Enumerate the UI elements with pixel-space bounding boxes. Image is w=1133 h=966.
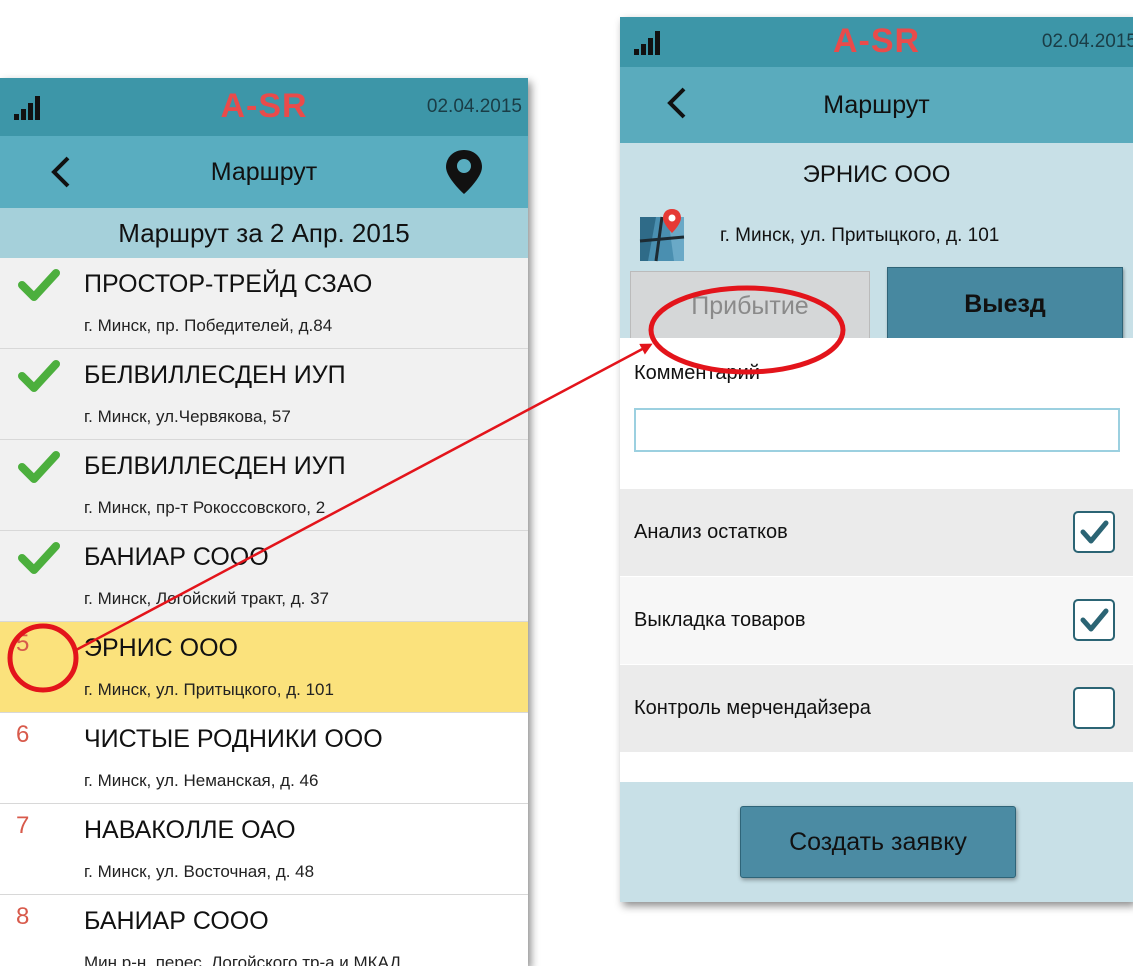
checklist-row: Анализ остатков bbox=[620, 488, 1133, 576]
checkbox[interactable] bbox=[1073, 687, 1115, 729]
route-number: 7 bbox=[16, 812, 30, 839]
check-icon bbox=[18, 360, 60, 392]
route-list: ПРОСТОР-ТРЕЙД СЗАО г. Минск, пр. Победите… bbox=[0, 258, 528, 966]
create-order-button[interactable]: Создать заявку bbox=[740, 806, 1016, 878]
checkmark-icon bbox=[1080, 520, 1109, 544]
client-panel: ЭРНИС ООО г. Минск, ул. Притыцкого, д. 1… bbox=[620, 143, 1133, 341]
map-pin-icon[interactable] bbox=[444, 148, 484, 196]
map-location-icon[interactable] bbox=[638, 207, 690, 263]
route-client-name: ПРОСТОР-ТРЕЙД СЗАО bbox=[84, 270, 373, 298]
route-item[interactable]: БЕЛВИЛЛЕСДЕН ИУП г. Минск, ул.Червякова, … bbox=[0, 349, 528, 440]
route-client-name: БАНИАР СООО bbox=[84, 543, 269, 571]
route-item[interactable]: БЕЛВИЛЛЕСДЕН ИУП г. Минск, пр-т Рокоссовс… bbox=[0, 440, 528, 531]
checkbox[interactable] bbox=[1073, 599, 1115, 641]
route-item[interactable]: ПРОСТОР-ТРЕЙД СЗАО г. Минск, пр. Победите… bbox=[0, 258, 528, 349]
task-checklist: Анализ остатков Выкладка товаров Контроль … bbox=[620, 488, 1133, 752]
departure-button[interactable]: Выезд bbox=[887, 267, 1123, 341]
status-bar: A-SR 02.04.2015 bbox=[620, 17, 1133, 67]
route-client-address: г. Минск, пр-т Рокоссовского, 2 bbox=[84, 498, 326, 517]
route-client-name: БЕЛВИЛЛЕСДЕН ИУП bbox=[84, 361, 346, 389]
checklist-row: Контроль мерчендайзера bbox=[620, 664, 1133, 752]
route-item[interactable]: 7 НАВАКОЛЛЕ ОАО г. Минск, ул. Восточная, д… bbox=[0, 804, 528, 895]
route-client-address: г. Минск, ул. Притыцкого, д. 101 bbox=[84, 680, 334, 699]
route-number: 5 bbox=[16, 630, 30, 657]
header: Маршрут bbox=[620, 67, 1133, 143]
check-icon bbox=[18, 269, 60, 301]
check-icon bbox=[18, 451, 60, 483]
footer: Создать заявку bbox=[620, 782, 1133, 902]
route-client-address: г. Минск, пр. Победителей, д.84 bbox=[84, 316, 333, 335]
route-number: 6 bbox=[16, 721, 30, 748]
route-date-bar: Маршрут за 2 Апр. 2015 bbox=[0, 208, 528, 258]
comment-input[interactable] bbox=[634, 408, 1120, 452]
route-client-name: ЧИСТЫЕ РОДНИКИ ООО bbox=[84, 725, 383, 753]
client-name: ЭРНИС ООО bbox=[802, 161, 951, 188]
checkmark-icon bbox=[1080, 608, 1109, 632]
route-number: 8 bbox=[16, 903, 30, 930]
comment-block: Комментарий bbox=[620, 338, 1133, 488]
route-list-screen: A-SR 02.04.2015 Маршрут Маршрут за 2 Апр… bbox=[0, 78, 528, 966]
route-client-name: БЕЛВИЛЛЕСДЕН ИУП bbox=[84, 452, 346, 480]
header: Маршрут bbox=[0, 136, 528, 208]
comment-label: Комментарий bbox=[634, 362, 760, 384]
route-client-address: г. Минск, Логойский тракт, д. 37 bbox=[84, 589, 329, 608]
client-address: г. Минск, ул. Притыцкого, д. 101 bbox=[720, 225, 1000, 246]
checkbox[interactable] bbox=[1073, 511, 1115, 553]
route-item[interactable]: 8 БАНИАР СООО Мин р-н, перес. Логойского т… bbox=[0, 895, 528, 966]
arrival-button[interactable]: Прибытие bbox=[630, 271, 870, 341]
route-client-address: г. Минск, ул. Восточная, д. 48 bbox=[84, 862, 315, 881]
page-title: Маршрут bbox=[823, 91, 930, 119]
route-client-address: Мин р-н, перес. Логойского тр-а и МКАД, bbox=[84, 953, 406, 966]
visit-buttons: Прибытие Выезд bbox=[630, 261, 1123, 341]
check-icon bbox=[18, 542, 60, 574]
route-item[interactable]: 5 ЭРНИС ООО г. Минск, ул. Притыцкого, д. 1… bbox=[0, 622, 528, 713]
checklist-row: Выкладка товаров bbox=[620, 576, 1133, 664]
route-client-name: ЭРНИС ООО bbox=[84, 634, 239, 662]
route-client-address: г. Минск, ул.Червякова, 57 bbox=[84, 407, 291, 426]
route-client-address: г. Минск, ул. Неманская, д. 46 bbox=[84, 771, 319, 790]
checklist-label: Контроль мерчендайзера bbox=[634, 697, 871, 719]
status-date: 02.04.2015 bbox=[1041, 31, 1133, 52]
route-client-name: БАНИАР СООО bbox=[84, 907, 269, 935]
route-item[interactable]: 6 ЧИСТЫЕ РОДНИКИ ООО г. Минск, ул. Неманск… bbox=[0, 713, 528, 804]
checklist-label: Выкладка товаров bbox=[634, 609, 806, 631]
checklist-label: Анализ остатков bbox=[634, 521, 788, 543]
route-item[interactable]: БАНИАР СООО г. Минск, Логойский тракт, д.… bbox=[0, 531, 528, 622]
status-bar: A-SR 02.04.2015 bbox=[0, 78, 528, 136]
route-client-name: НАВАКОЛЛЕ ОАО bbox=[84, 816, 296, 844]
visit-detail-screen: A-SR 02.04.2015 Маршрут ЭРНИС ООО г. Мин… bbox=[620, 17, 1133, 902]
status-date: 02.04.2015 bbox=[426, 96, 522, 117]
